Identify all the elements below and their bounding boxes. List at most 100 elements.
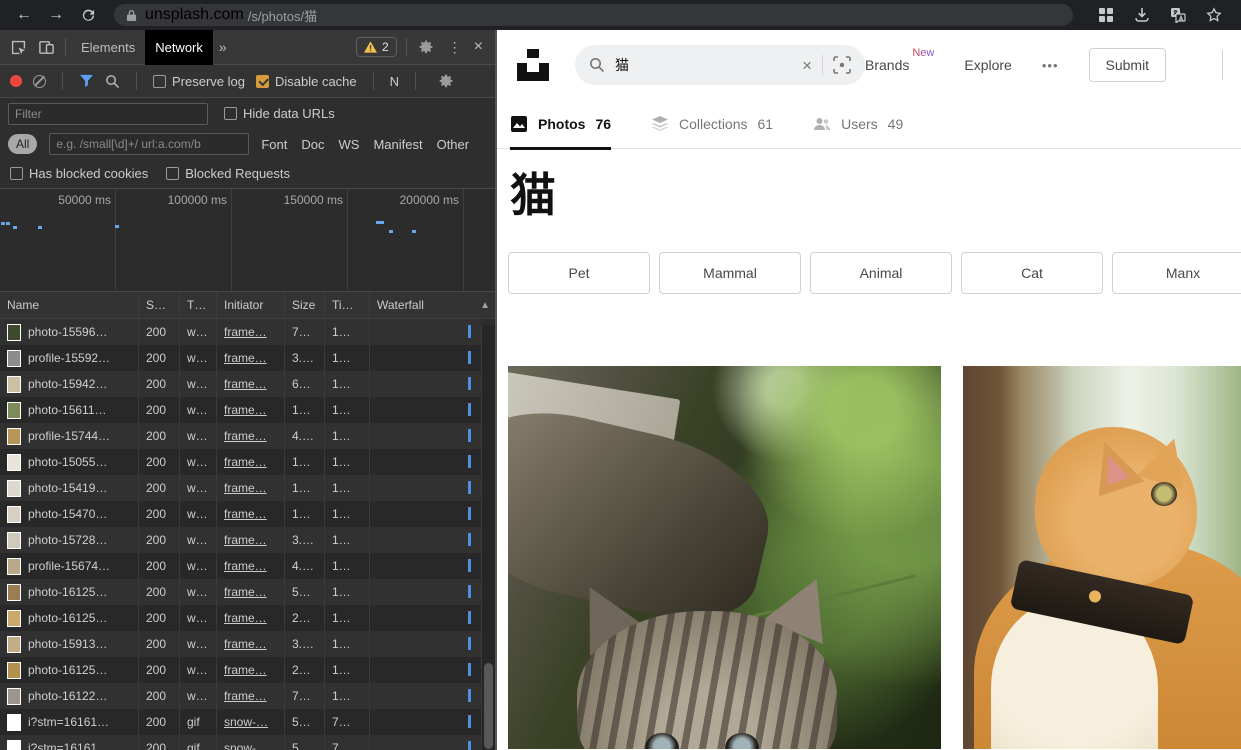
translate-icon[interactable]	[1169, 6, 1187, 24]
request-row[interactable]: photo-15055…200w…frame…1…1…	[0, 449, 481, 475]
related-search-pet[interactable]: Pet	[508, 252, 650, 294]
request-row[interactable]: photo-15470…200w…frame…1…1…	[0, 501, 481, 527]
tab-users[interactable]: Users 49	[813, 115, 903, 148]
reload-button[interactable]	[76, 3, 100, 27]
request-row[interactable]: photo-16125…200w…frame…2…1…	[0, 657, 481, 683]
nav-brands[interactable]: Brands New	[865, 57, 934, 73]
filter-funnel-icon[interactable]	[79, 74, 94, 88]
filter-all-button[interactable]: All	[8, 134, 37, 154]
tab-grid-icon[interactable]	[1097, 6, 1115, 24]
request-initiator-link[interactable]: frame…	[224, 637, 267, 651]
address-bar[interactable]: unsplash.com/s/photos/猫	[114, 4, 1073, 26]
request-row[interactable]: photo-15913…200w…frame…3.…1…	[0, 631, 481, 657]
photo-result-kitten[interactable]	[508, 366, 941, 749]
column-header-waterfall[interactable]: Waterfall ▲	[370, 292, 495, 318]
has-blocked-cookies-checkbox[interactable]: Has blocked cookies	[10, 166, 148, 181]
preserve-log-checkbox[interactable]: Preserve log	[153, 74, 245, 89]
request-initiator-link[interactable]: snow-…	[224, 741, 268, 750]
nav-more-icon[interactable]: •••	[1042, 58, 1059, 73]
related-search-mammal[interactable]: Mammal	[659, 252, 801, 294]
request-initiator-link[interactable]: frame…	[224, 663, 267, 677]
tab-collections[interactable]: Collections 61	[651, 115, 773, 148]
network-settings-icon[interactable]	[432, 67, 460, 95]
request-initiator-link[interactable]: frame…	[224, 325, 267, 339]
request-row[interactable]: profile-15744…200w…frame…4.…1…	[0, 423, 481, 449]
search-network-icon[interactable]	[105, 74, 120, 89]
column-header-size[interactable]: Size	[285, 292, 325, 318]
tab-network[interactable]: Network	[145, 30, 213, 65]
request-row[interactable]: photo-15419…200w…frame…1…1…	[0, 475, 481, 501]
request-row[interactable]: i?stm=16161…200gifsnow-…5…7…	[0, 709, 481, 735]
devtools-settings-icon[interactable]	[412, 33, 440, 61]
related-search-animal[interactable]: Animal	[810, 252, 952, 294]
request-initiator-link[interactable]: frame…	[224, 559, 267, 573]
tab-elements[interactable]: Elements	[71, 30, 145, 65]
related-search-manx[interactable]: Manx	[1112, 252, 1241, 294]
unsplash-logo[interactable]	[517, 49, 549, 81]
request-status: 200	[139, 319, 180, 345]
back-button[interactable]: ←	[12, 3, 36, 27]
request-row[interactable]: photo-15728…200w…frame…3.…1…	[0, 527, 481, 553]
column-header-status[interactable]: S…	[139, 292, 180, 318]
request-size: 3.…	[285, 631, 325, 657]
network-overview-timeline[interactable]: 50000 ms100000 ms150000 ms200000 ms	[0, 189, 495, 292]
column-header-time[interactable]: Ti…	[325, 292, 370, 318]
tab-photos[interactable]: Photos 76	[510, 115, 611, 148]
request-row[interactable]: profile-15674…200w…frame…4.…1…	[0, 553, 481, 579]
download-icon[interactable]	[1133, 6, 1151, 24]
request-initiator-link[interactable]: frame…	[224, 351, 267, 365]
throttling-select[interactable]: N	[390, 74, 399, 89]
related-search-cat[interactable]: Cat	[961, 252, 1103, 294]
request-initiator-link[interactable]: snow-…	[224, 715, 268, 729]
type-filter-ws[interactable]: WS	[338, 137, 359, 152]
request-row[interactable]: photo-15942…200w…frame…6…1…	[0, 371, 481, 397]
request-row[interactable]: profile-15592…200w…frame…3.…1…	[0, 345, 481, 371]
bookmark-star-icon[interactable]	[1205, 6, 1223, 24]
type-filter-font[interactable]: Font	[261, 137, 287, 152]
more-tabs-chevron[interactable]: »	[213, 39, 233, 55]
console-warnings-badge[interactable]: 2	[356, 37, 397, 57]
visual-search-icon[interactable]	[833, 56, 851, 74]
disable-cache-checkbox[interactable]: Disable cache	[256, 74, 357, 89]
forward-button[interactable]: →	[44, 3, 68, 27]
hide-data-urls-checkbox[interactable]: Hide data URLs	[224, 106, 335, 121]
request-initiator-link[interactable]: frame…	[224, 403, 267, 417]
request-initiator-link[interactable]: frame…	[224, 611, 267, 625]
waterfall-bar	[468, 689, 471, 702]
request-row[interactable]: photo-16125…200w…frame…2…1…	[0, 605, 481, 631]
request-initiator-link[interactable]: frame…	[224, 533, 267, 547]
devtools-menu-icon[interactable]: ⋮	[440, 39, 470, 56]
request-row[interactable]: photo-16125…200w…frame…5…1…	[0, 579, 481, 605]
type-filter-doc[interactable]: Doc	[301, 137, 324, 152]
column-header-initiator[interactable]: Initiator	[217, 292, 285, 318]
blocked-requests-checkbox[interactable]: Blocked Requests	[166, 166, 290, 181]
request-initiator-link[interactable]: frame…	[224, 481, 267, 495]
request-initiator-link[interactable]: frame…	[224, 455, 267, 469]
request-initiator-link[interactable]: frame…	[224, 429, 267, 443]
request-row[interactable]: i?stm=16161…200gifsnow-…5…7…	[0, 735, 481, 750]
inspect-element-icon[interactable]	[4, 33, 32, 61]
column-header-type[interactable]: T…	[180, 292, 217, 318]
network-filter-input[interactable]	[8, 103, 208, 125]
photo-result-orange-cat[interactable]	[963, 366, 1241, 749]
devtools-close-icon[interactable]: ×	[470, 38, 491, 56]
column-header-name[interactable]: Name	[0, 292, 139, 318]
type-filter-other[interactable]: Other	[437, 137, 470, 152]
request-initiator-link[interactable]: frame…	[224, 507, 267, 521]
request-initiator-link[interactable]: frame…	[224, 377, 267, 391]
request-row[interactable]: photo-15611…200w…frame…1…1…	[0, 397, 481, 423]
request-row[interactable]: photo-15596…200w…frame…7…1…	[0, 319, 481, 345]
invert-filter-input[interactable]	[49, 133, 249, 155]
request-initiator-link[interactable]: frame…	[224, 585, 267, 599]
search-input[interactable]	[615, 57, 792, 73]
type-filter-manifest[interactable]: Manifest	[373, 137, 422, 152]
clear-search-icon[interactable]: ×	[802, 57, 812, 74]
nav-explore[interactable]: Explore	[964, 57, 1011, 73]
record-network-log-button[interactable]	[10, 75, 22, 87]
request-initiator-link[interactable]: frame…	[224, 689, 267, 703]
device-toolbar-icon[interactable]	[32, 33, 60, 61]
request-row[interactable]: photo-16122…200w…frame…7…1…	[0, 683, 481, 709]
submit-button[interactable]: Submit	[1089, 48, 1167, 82]
clear-network-log-icon[interactable]	[33, 75, 46, 88]
scrollbar-thumb[interactable]	[484, 663, 493, 749]
